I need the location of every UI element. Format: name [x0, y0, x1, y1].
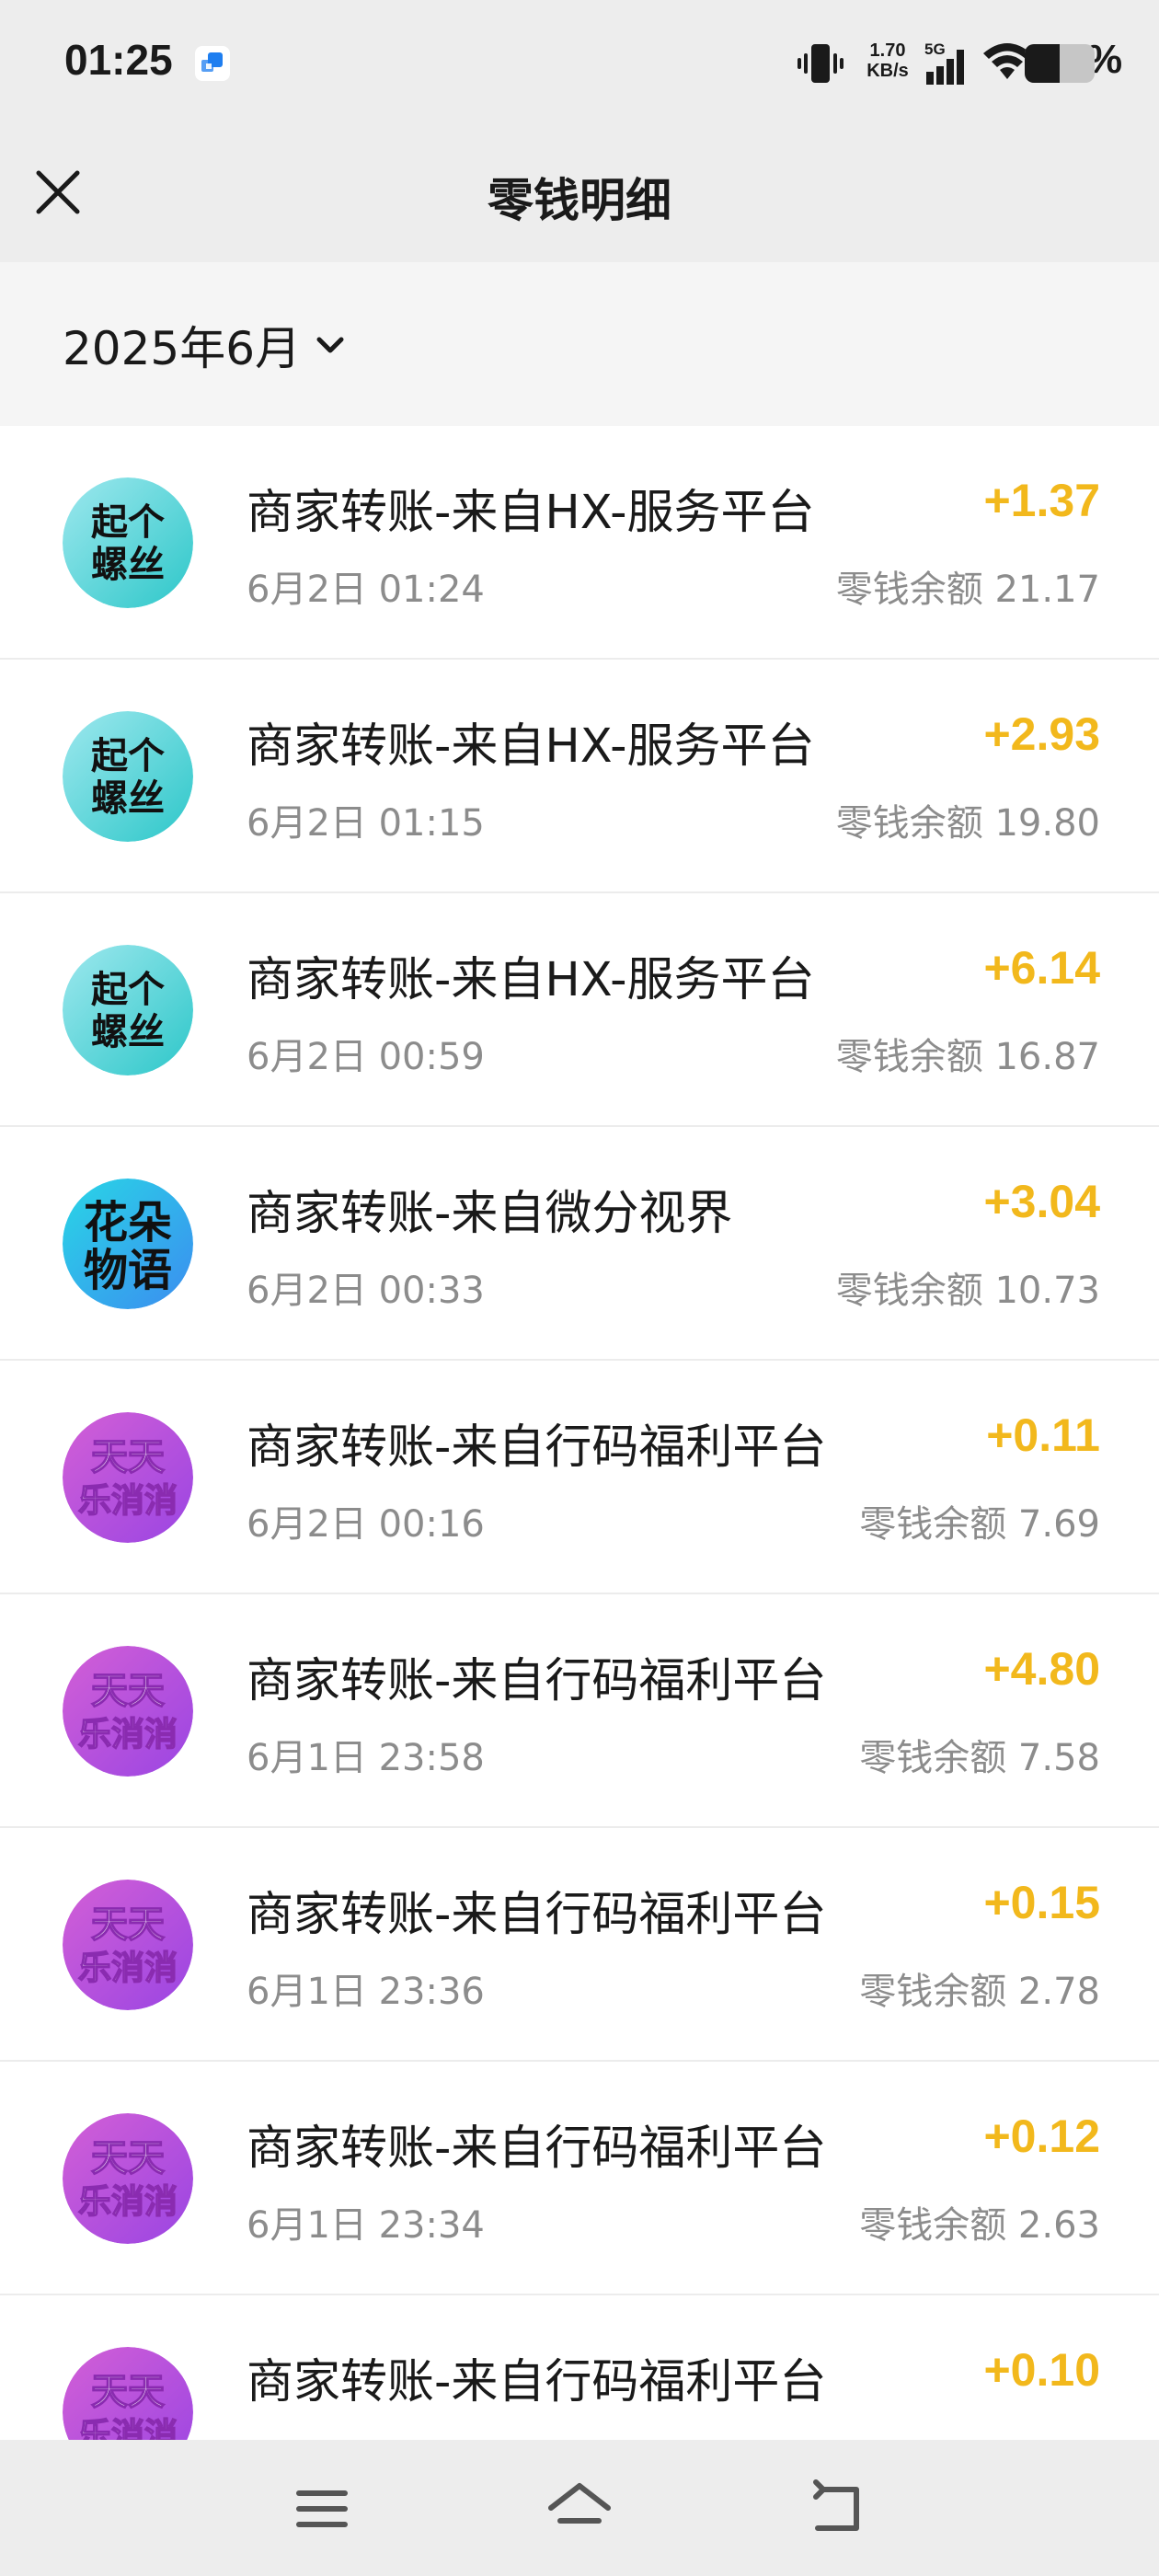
avatar-text: 螺丝 — [91, 1011, 165, 1053]
avatar-text: 天天 — [91, 1903, 165, 1946]
home-button[interactable] — [538, 2467, 621, 2550]
transaction-row[interactable]: 起个 螺丝 商家转账-来自HX-服务平台 6月2日 00:59 +6.14 零钱余额 16… — [0, 893, 1159, 1127]
avatar-text: 乐消消 — [78, 1716, 178, 1754]
transaction-title: 商家转账-来自行码福利平台 — [247, 1654, 827, 1708]
status-time: 01:25 — [64, 36, 173, 84]
transaction-balance: 零钱余额 21.17 — [835, 569, 1100, 611]
status-bar: 01:25 1.70 KB/s 5G — [0, 0, 1159, 129]
avatar-text: 起个 — [91, 501, 165, 544]
avatar-text: 螺丝 — [91, 544, 165, 586]
transaction-amount: +2.93 — [983, 708, 1100, 760]
avatar-text: 物语 — [84, 1245, 172, 1296]
transaction-balance: 零钱余额 7.58 — [859, 1737, 1100, 1779]
transaction-row[interactable]: 天天 乐消消 商家转账-来自行码福利平台 6月1日 23:34 +0.12 零钱余额 2.… — [0, 2062, 1159, 2295]
month-filter-bar: 2025年6月 — [0, 262, 1159, 426]
merchant-avatar: 天天 乐消消 — [63, 1646, 193, 1777]
merchant-avatar: 天天 乐消消 — [63, 2347, 193, 2440]
avatar-text: 乐消消 — [78, 1482, 178, 1520]
transaction-title: 商家转账-来自行码福利平台 — [247, 2355, 827, 2409]
transaction-amount: +1.37 — [983, 475, 1100, 526]
transaction-row[interactable]: 天天 乐消消 商家转账-来自行码福利平台 +0.10 — [0, 2295, 1159, 2440]
transaction-amount: +4.80 — [983, 1643, 1100, 1695]
transaction-title: 商家转账-来自HX-服务平台 — [247, 486, 815, 540]
month-label[interactable]: 2025年6月 — [63, 312, 301, 378]
transaction-row[interactable]: 起个 螺丝 商家转账-来自HX-服务平台 6月2日 01:15 +2.93 零钱余额 19… — [0, 660, 1159, 893]
chevron-down-icon[interactable] — [312, 327, 349, 363]
transaction-title: 商家转账-来自行码福利平台 — [247, 1888, 827, 1942]
avatar-text: 花朵 — [84, 1197, 172, 1248]
transaction-row[interactable]: 花朵 物语 商家转账-来自微分视界 6月2日 00:33 +3.04 零钱余额 10.73 — [0, 1127, 1159, 1361]
signal-icon: 5G — [924, 40, 970, 86]
transaction-row[interactable]: 起个 螺丝 商家转账-来自HX-服务平台 6月2日 01:24 +1.37 零钱余额 21… — [0, 426, 1159, 660]
system-nav-bar — [0, 2440, 1159, 2576]
transaction-time: 6月1日 23:36 — [247, 1971, 485, 2013]
transaction-time: 6月2日 00:16 — [247, 1503, 485, 1546]
net-speed: 1.70 KB/s — [860, 40, 915, 81]
back-icon[interactable] — [796, 2467, 878, 2550]
avatar-text: 乐消消 — [78, 1949, 178, 1987]
transaction-title: 商家转账-来自微分视界 — [247, 1187, 733, 1241]
transaction-amount: +0.11 — [986, 1409, 1100, 1461]
transaction-title: 商家转账-来自HX-服务平台 — [247, 719, 815, 774]
back-button[interactable] — [796, 2467, 878, 2550]
transaction-amount: +0.15 — [983, 1877, 1100, 1928]
transaction-balance: 零钱余额 16.87 — [835, 1036, 1100, 1078]
transaction-balance: 零钱余额 19.80 — [835, 802, 1100, 845]
merchant-avatar: 天天 乐消消 — [63, 1880, 193, 2010]
battery-icon — [1025, 44, 1095, 83]
transaction-amount: +6.14 — [983, 942, 1100, 994]
avatar-text: 起个 — [91, 735, 165, 777]
merchant-avatar: 起个 螺丝 — [63, 711, 193, 842]
transaction-balance: 零钱余额 7.69 — [859, 1503, 1100, 1546]
merchant-avatar: 起个 螺丝 — [63, 945, 193, 1075]
transaction-time: 6月1日 23:58 — [247, 1737, 485, 1779]
transaction-list[interactable]: 起个 螺丝 商家转账-来自HX-服务平台 6月2日 01:24 +1.37 零钱余额 21… — [0, 426, 1159, 2440]
transaction-row[interactable]: 天天 乐消消 商家转账-来自行码福利平台 6月1日 23:36 +0.15 零钱余额 2.… — [0, 1828, 1159, 2062]
vibrate-icon — [798, 44, 843, 83]
avatar-text: 天天 — [91, 1436, 165, 1478]
net-speed-unit: KB/s — [866, 61, 909, 81]
home-icon[interactable] — [538, 2467, 621, 2550]
transaction-row[interactable]: 天天 乐消消 商家转账-来自行码福利平台 6月2日 00:16 +0.11 零钱余额 7.… — [0, 1361, 1159, 1594]
transaction-amount: +3.04 — [983, 1176, 1100, 1227]
transaction-time: 6月2日 00:59 — [247, 1036, 485, 1078]
avatar-text: 乐消消 — [78, 2183, 178, 2221]
transaction-amount: +0.12 — [983, 2110, 1100, 2162]
transaction-time: 6月2日 00:33 — [247, 1270, 485, 1312]
battery-fill — [1025, 44, 1060, 83]
transaction-time: 6月2日 01:24 — [247, 569, 485, 611]
app-notification-icon — [195, 46, 230, 81]
transaction-balance: 零钱余额 10.73 — [835, 1270, 1100, 1312]
avatar-text: 天天 — [91, 2137, 165, 2179]
menu-icon[interactable] — [281, 2467, 363, 2550]
transaction-title: 商家转账-来自行码福利平台 — [247, 1420, 827, 1475]
avatar-text: 天天 — [91, 2371, 165, 2413]
menu-button[interactable] — [281, 2467, 363, 2550]
transaction-row[interactable]: 天天 乐消消 商家转账-来自行码福利平台 6月1日 23:58 +4.80 零钱余额 7.… — [0, 1594, 1159, 1828]
merchant-avatar: 天天 乐消消 — [63, 1412, 193, 1543]
avatar-text: 天天 — [91, 1670, 165, 1712]
transaction-amount: +0.10 — [983, 2344, 1100, 2396]
avatar-text: 起个 — [91, 969, 165, 1011]
avatar-text: 乐消消 — [78, 2417, 178, 2440]
transaction-title: 商家转账-来自HX-服务平台 — [247, 953, 815, 1007]
merchant-avatar: 天天 乐消消 — [63, 2113, 193, 2244]
merchant-avatar: 起个 螺丝 — [63, 477, 193, 608]
month-selector[interactable]: 2025年6月 — [63, 316, 349, 375]
net-speed-value: 1.70 — [869, 40, 906, 61]
title-bar: 零钱明细 — [0, 129, 1159, 262]
transaction-balance: 零钱余额 2.78 — [859, 1971, 1100, 2013]
avatar-text: 螺丝 — [91, 777, 165, 820]
transaction-title: 商家转账-来自行码福利平台 — [247, 2122, 827, 2176]
page-title: 零钱明细 — [488, 174, 671, 227]
transaction-time: 6月2日 01:15 — [247, 802, 485, 845]
transaction-time: 6月1日 23:34 — [247, 2204, 485, 2247]
merchant-avatar: 花朵 物语 — [63, 1179, 193, 1309]
transaction-balance: 零钱余额 2.63 — [859, 2204, 1100, 2247]
